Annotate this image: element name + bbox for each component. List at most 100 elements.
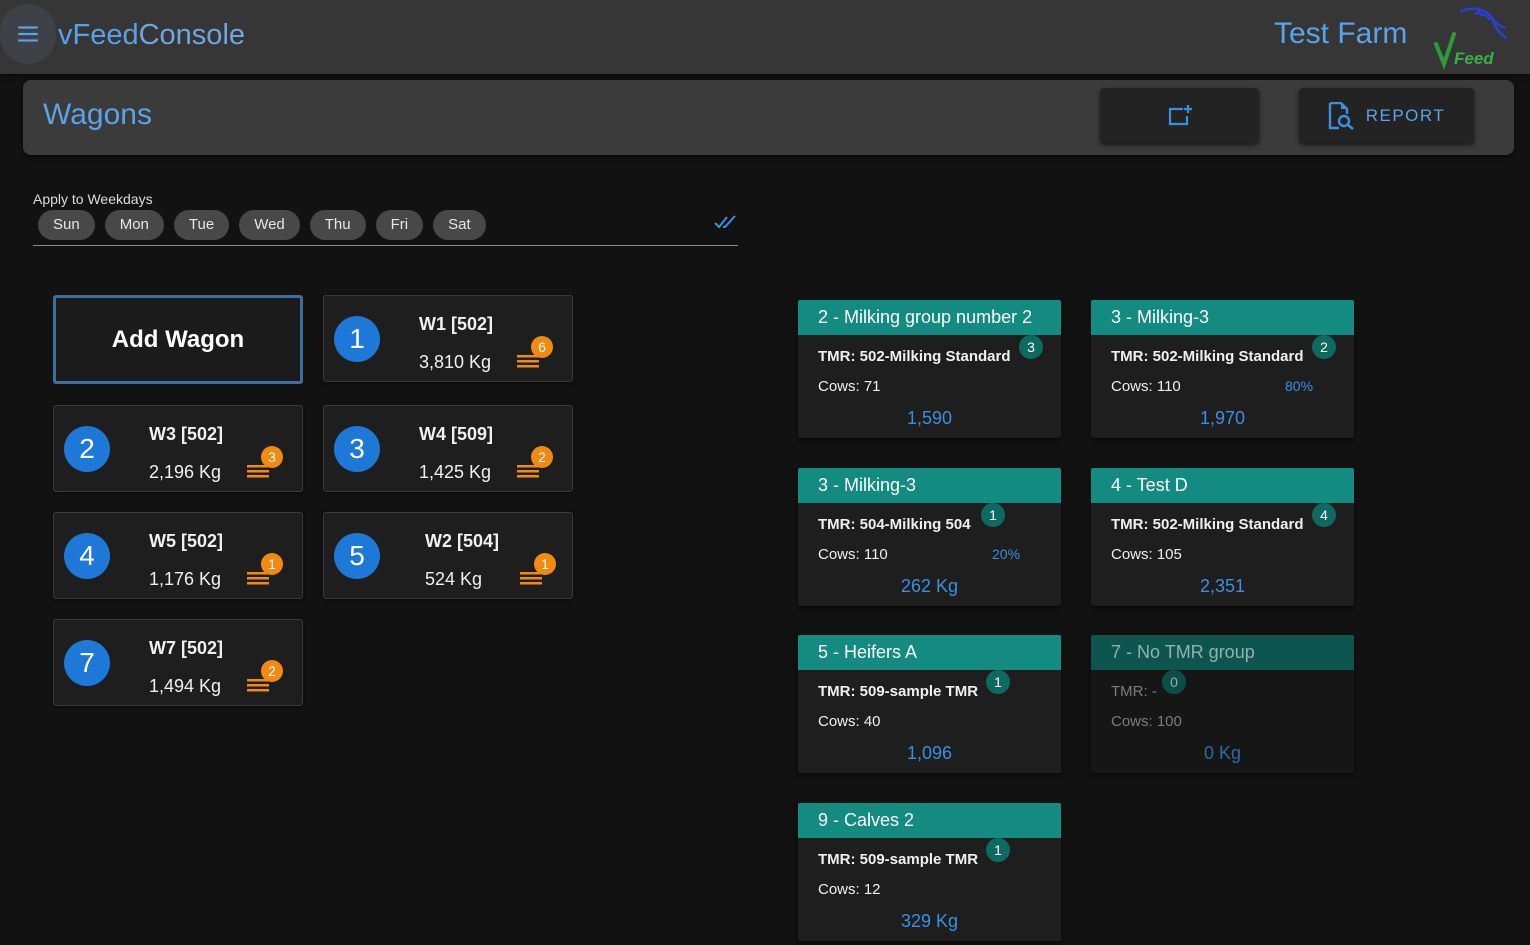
tmr-count-badge: 1	[981, 503, 1005, 527]
group-card[interactable]: 5 - Heifers A TMR: 509-sample TMR 1 Cows…	[798, 635, 1061, 773]
wagon-name: W5 [502]	[149, 531, 224, 551]
logo-text: Feed	[1454, 49, 1494, 68]
group-card[interactable]: 3 - Milking-3 TMR: 502-Milking Standard …	[1091, 300, 1354, 438]
wagon-number: 2	[64, 426, 110, 472]
group-title: 3 - Milking-3	[1091, 300, 1354, 335]
group-card[interactable]: 9 - Calves 2 TMR: 509-sample TMR 1 Cows:…	[798, 803, 1061, 941]
weekday-chips: Sun Mon Tue Wed Thu Fri Sat	[38, 210, 486, 240]
menu-icon	[18, 26, 38, 42]
file-search-icon	[1328, 101, 1354, 130]
group-tmr: TMR: 502-Milking Standard	[1111, 348, 1304, 365]
group-tmr: TMR: 502-Milking Standard	[1111, 516, 1304, 533]
group-tmr: TMR: 502-Milking Standard	[818, 348, 1011, 365]
group-percentage: 20%	[992, 546, 1021, 562]
weekday-chip-wed[interactable]: Wed	[239, 210, 300, 240]
weekday-chip-fri[interactable]: Fri	[375, 210, 424, 240]
group-cows: Cows: 100	[1111, 713, 1182, 730]
wagon-weight: 1,494 Kg	[149, 676, 222, 696]
wagon-card[interactable]: 7 W7 [502] 1,494 Kg 2	[53, 619, 303, 706]
tmr-count-badge: 1	[986, 670, 1010, 694]
app-bar: vFeedConsole Test Farm Feed	[0, 0, 1530, 74]
group-cows: Cows: 105	[1111, 546, 1182, 563]
group-tmr: TMR: 509-sample TMR	[818, 851, 979, 868]
menu-button[interactable]	[0, 4, 56, 64]
tmr-count-badge: 1	[986, 838, 1010, 862]
wagon-card[interactable]: 3 W4 [509] 1,425 Kg 2	[323, 405, 573, 492]
select-all-check-icon[interactable]	[714, 213, 738, 231]
tmr-count-badge: 3	[1019, 335, 1043, 359]
wagon-number: 5	[334, 533, 380, 579]
app-title-part1: vFeed	[58, 19, 139, 51]
weekday-chip-sat[interactable]: Sat	[433, 210, 486, 240]
page-title: Wagons	[43, 98, 152, 131]
group-card[interactable]: 4 - Test D TMR: 502-Milking Standard 4 C…	[1091, 468, 1354, 606]
tmr-count-badge: 0	[1162, 670, 1186, 694]
loads-count-badge: 2	[531, 446, 553, 468]
loads-count-badge: 1	[534, 553, 556, 575]
weekday-chip-thu[interactable]: Thu	[309, 210, 366, 240]
tmr-count-badge: 4	[1312, 503, 1336, 527]
weekdays-label: Apply to Weekdays	[33, 191, 153, 207]
wagon-name: W7 [502]	[149, 638, 224, 658]
group-value: 329 Kg	[900, 911, 959, 931]
group-cows: Cows: 71	[818, 378, 881, 395]
wagon-name: W4 [509]	[419, 424, 494, 444]
wagon-weight: 2,196 Kg	[149, 462, 222, 482]
group-value: 0 Kg	[1203, 743, 1242, 763]
add-box-icon	[1168, 104, 1192, 125]
wagon-number: 3	[334, 426, 380, 472]
group-title: 9 - Calves 2	[798, 803, 1061, 838]
wagon-card[interactable]: 2 W3 [502] 2,196 Kg 3	[53, 405, 303, 492]
group-card[interactable]: 2 - Milking group number 2 TMR: 502-Milk…	[798, 300, 1061, 438]
group-value: 262 Kg	[900, 576, 959, 596]
wagon-name: W1 [502]	[419, 314, 494, 334]
group-tmr: TMR: 509-sample TMR	[818, 683, 979, 700]
wagon-number: 7	[64, 640, 110, 686]
group-card[interactable]: 7 - No TMR group TMR: - 0 Cows: 100 0 Kg	[1091, 635, 1354, 773]
wagon-weight: 524 Kg	[425, 569, 483, 589]
weekdays-underline	[33, 245, 738, 246]
loads-count-badge: 6	[531, 336, 553, 358]
group-title: 3 - Milking-3	[798, 468, 1061, 503]
group-title: 5 - Heifers A	[798, 635, 1061, 670]
group-title: 2 - Milking group number 2	[798, 300, 1061, 335]
wagon-card[interactable]: 4 W5 [502] 1,176 Kg 1	[53, 512, 303, 599]
group-cows: Cows: 110	[818, 546, 888, 563]
report-button[interactable]: REPORT	[1299, 88, 1474, 143]
group-value: 1,096	[906, 743, 953, 763]
wagon-weight: 3,810 Kg	[419, 352, 492, 372]
weekday-chip-sun[interactable]: Sun	[38, 210, 95, 240]
report-button-label: REPORT	[1365, 105, 1446, 125]
group-value: 1,970	[1199, 408, 1246, 428]
wagon-name: W3 [502]	[149, 424, 224, 444]
group-card[interactable]: 3 - Milking-3 TMR: 504-Milking 504 1 Cow…	[798, 468, 1061, 606]
group-value: 1,590	[906, 408, 953, 428]
weekday-chip-mon[interactable]: Mon	[104, 210, 164, 240]
group-title: 4 - Test D	[1091, 468, 1354, 503]
group-cows: Cows: 110	[1111, 378, 1181, 395]
add-wagon-button[interactable]: Add Wagon	[53, 295, 303, 384]
loads-count-badge: 3	[261, 446, 283, 468]
wagon-name: W2 [504]	[425, 531, 500, 551]
loads-count-badge: 1	[261, 553, 283, 575]
wagon-card[interactable]: 1 W1 [502] 3,810 Kg 6	[323, 295, 573, 382]
group-value: 2,351	[1199, 576, 1246, 596]
app-title: vFeedConsole	[58, 17, 245, 53]
vfeed-logo: Feed	[1434, 7, 1507, 70]
group-cows: Cows: 12	[818, 881, 881, 898]
wagon-weight: 1,176 Kg	[149, 569, 222, 589]
add-item-button[interactable]	[1100, 88, 1259, 143]
group-tmr: TMR: -	[1111, 683, 1157, 700]
wagon-weight: 1,425 Kg	[419, 462, 492, 482]
group-cows: Cows: 40	[818, 713, 881, 730]
wagon-number: 1	[334, 316, 380, 362]
tmr-count-badge: 2	[1312, 335, 1336, 359]
app-title-part2: Console	[138, 19, 246, 51]
group-percentage: 80%	[1285, 378, 1314, 394]
wagon-card[interactable]: 5 W2 [504] 524 Kg 1	[323, 512, 573, 599]
weekday-chip-tue[interactable]: Tue	[173, 210, 230, 240]
loads-count-badge: 2	[261, 660, 283, 682]
farm-name[interactable]: Test Farm	[1274, 16, 1407, 52]
wagon-number: 4	[64, 533, 110, 579]
page-header: Wagons REPORT	[23, 80, 1514, 155]
